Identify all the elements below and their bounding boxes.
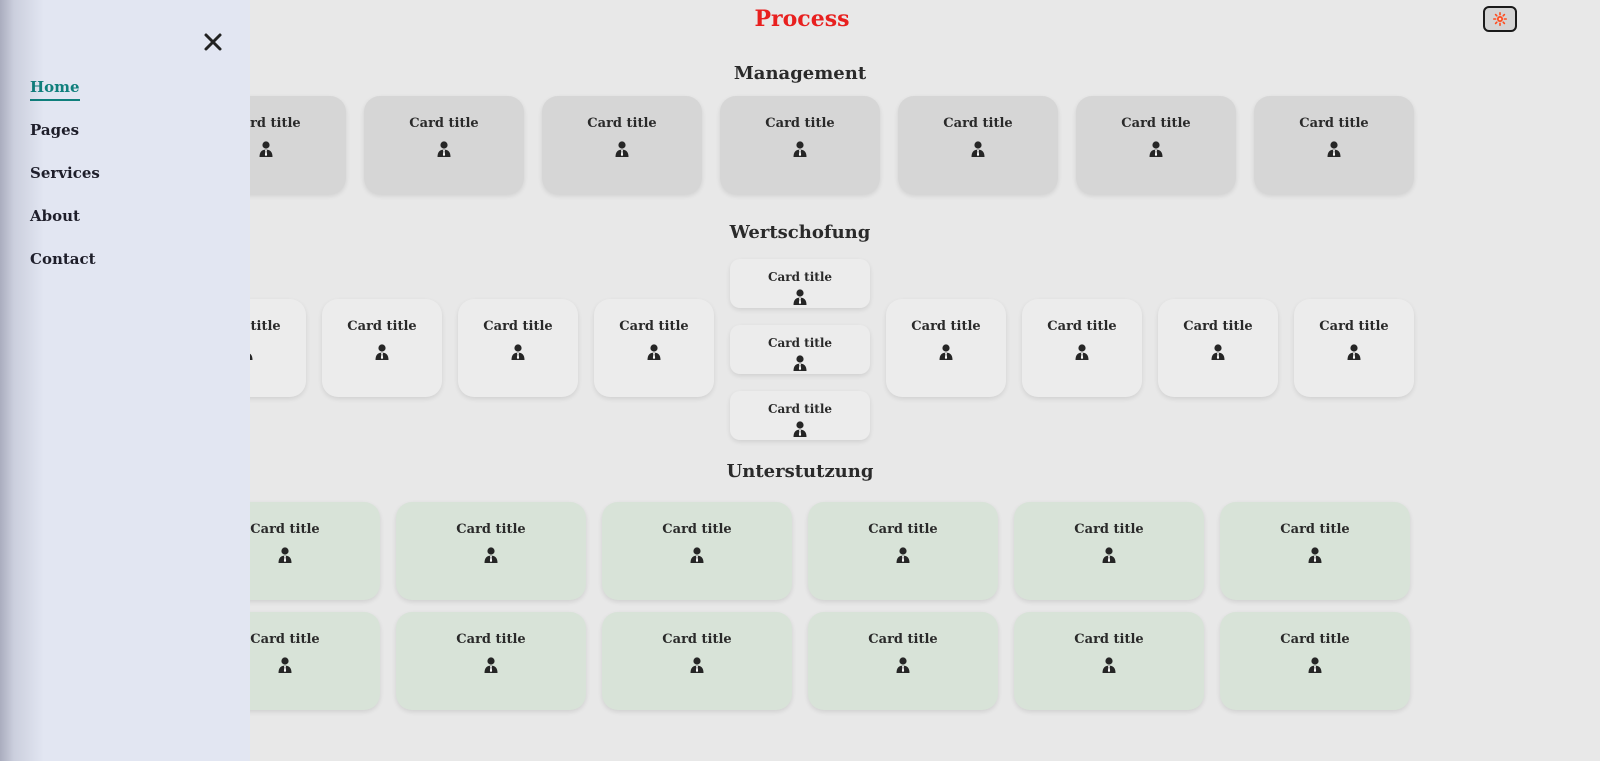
card-title: Card title: [868, 522, 938, 537]
unterstutzung-card[interactable]: Card title: [396, 612, 586, 710]
nav-item-label: Services: [30, 164, 100, 182]
card-title: Card title: [1074, 522, 1144, 537]
management-card[interactable]: Card title: [720, 96, 880, 194]
card-title: Card title: [250, 522, 320, 537]
nav-item-contact[interactable]: Contact: [30, 250, 100, 293]
person-icon: [511, 344, 525, 364]
card-title: Card title: [767, 402, 833, 416]
card-title: Card title: [1319, 319, 1389, 334]
close-icon: [204, 33, 222, 51]
person-icon: [896, 657, 910, 677]
card-title: Card title: [1047, 319, 1117, 334]
wertschofung-card[interactable]: Card title: [322, 299, 442, 397]
management-card[interactable]: Card title: [898, 96, 1058, 194]
nav-item-pages[interactable]: Pages: [30, 121, 100, 164]
card-title: Card title: [767, 336, 833, 350]
person-icon: [971, 141, 985, 161]
wertschofung-center-card[interactable]: Card title: [730, 391, 870, 440]
card-title: Card title: [1280, 522, 1350, 537]
card-title: Card title: [1299, 116, 1369, 131]
drawer-nav: Home Pages Services About Contact: [30, 78, 100, 293]
person-icon: [484, 547, 498, 567]
nav-item-label: Pages: [30, 121, 80, 139]
nav-item-label: About: [30, 207, 80, 225]
card-title: Card title: [409, 116, 479, 131]
person-icon: [1149, 141, 1163, 161]
unterstutzung-card[interactable]: Card title: [396, 502, 586, 600]
card-title: Card title: [662, 632, 732, 647]
card-title: Card title: [767, 270, 833, 284]
card-title: Card title: [1280, 632, 1350, 647]
card-title: Card title: [1121, 116, 1191, 131]
person-icon: [1327, 141, 1341, 161]
wertschofung-center-card[interactable]: Card title: [730, 325, 870, 374]
nav-item-services[interactable]: Services: [30, 164, 100, 207]
person-icon: [793, 421, 807, 441]
wertschofung-card[interactable]: Card title: [594, 299, 714, 397]
wertschofung-card[interactable]: Card title: [458, 299, 578, 397]
person-icon: [484, 657, 498, 677]
unterstutzung-card[interactable]: Card title: [1220, 612, 1410, 710]
person-icon: [896, 547, 910, 567]
card-title: Card title: [587, 116, 657, 131]
person-icon: [615, 141, 629, 161]
card-title: Card title: [1183, 319, 1253, 334]
wertschofung-card[interactable]: Card title: [1158, 299, 1278, 397]
card-title: Card title: [250, 632, 320, 647]
person-icon: [1102, 547, 1116, 567]
person-icon: [1211, 344, 1225, 364]
unterstutzung-card[interactable]: Card title: [1014, 502, 1204, 600]
card-title: Card title: [911, 319, 981, 334]
person-icon: [1308, 657, 1322, 677]
unterstutzung-card[interactable]: Card title: [602, 612, 792, 710]
wertschofung-card[interactable]: Card title: [886, 299, 1006, 397]
unterstutzung-card[interactable]: Card title: [808, 612, 998, 710]
person-icon: [1347, 344, 1361, 364]
wertschofung-center-card[interactable]: Card title: [730, 259, 870, 308]
person-icon: [437, 141, 451, 161]
nav-item-about[interactable]: About: [30, 207, 100, 250]
management-card[interactable]: Card title: [1254, 96, 1414, 194]
unterstutzung-card[interactable]: Card title: [808, 502, 998, 600]
card-title: Card title: [662, 522, 732, 537]
person-icon: [1075, 344, 1089, 364]
person-icon: [278, 657, 292, 677]
person-icon: [1308, 547, 1322, 567]
management-card[interactable]: Card title: [1076, 96, 1236, 194]
person-icon: [375, 344, 389, 364]
card-title: Card title: [456, 632, 526, 647]
card-title: Card title: [868, 632, 938, 647]
unterstutzung-card[interactable]: Card title: [1220, 502, 1410, 600]
nav-item-home[interactable]: Home: [30, 78, 100, 121]
wertschofung-card[interactable]: Card title: [1022, 299, 1142, 397]
card-title: Card title: [1074, 632, 1144, 647]
person-icon: [1102, 657, 1116, 677]
management-card[interactable]: Card title: [364, 96, 524, 194]
card-title: Card title: [483, 319, 553, 334]
person-icon: [793, 141, 807, 161]
person-icon: [793, 355, 807, 375]
person-icon: [259, 141, 273, 161]
management-card[interactable]: Card title: [542, 96, 702, 194]
nav-item-label: Contact: [30, 250, 96, 268]
wertschofung-card[interactable]: Card title: [1294, 299, 1414, 397]
card-title: Card title: [347, 319, 417, 334]
person-icon: [690, 657, 704, 677]
person-icon: [647, 344, 661, 364]
side-drawer: Home Pages Services About Contact: [0, 0, 250, 761]
unterstutzung-card[interactable]: Card title: [602, 502, 792, 600]
sun-icon: [1493, 12, 1507, 26]
card-title: Card title: [619, 319, 689, 334]
card-title: Card title: [456, 522, 526, 537]
person-icon: [690, 547, 704, 567]
card-title: Card title: [943, 116, 1013, 131]
person-icon: [939, 344, 953, 364]
nav-item-label: Home: [30, 78, 80, 101]
person-icon: [278, 547, 292, 567]
close-drawer-button[interactable]: [200, 29, 226, 55]
person-icon: [793, 289, 807, 309]
unterstutzung-card[interactable]: Card title: [1014, 612, 1204, 710]
card-title: Card title: [765, 116, 835, 131]
theme-toggle-button[interactable]: [1483, 6, 1517, 32]
